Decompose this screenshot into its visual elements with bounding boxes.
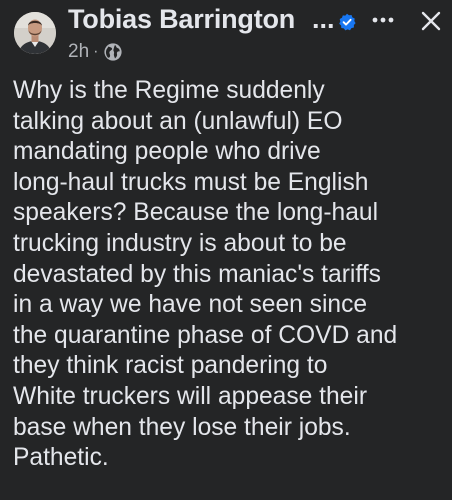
timestamp[interactable]: 2h (68, 41, 89, 63)
post-body-text: Why is the Regime suddenly talking about… (13, 77, 398, 472)
author-name[interactable]: Tobias Barrington (68, 4, 295, 35)
author-name-truncation: ... (312, 4, 335, 34)
post-meta: 2h · (68, 40, 123, 64)
verified-badge-icon (338, 13, 356, 31)
close-icon (421, 11, 441, 31)
close-button[interactable] (418, 8, 444, 34)
meta-separator: · (93, 43, 99, 60)
more-options-button[interactable] (368, 9, 398, 31)
more-horizontal-icon (372, 17, 394, 23)
globe-icon[interactable] (103, 42, 123, 62)
avatar-image (14, 12, 56, 54)
avatar[interactable] (14, 12, 56, 54)
post-card: Tobias Barrington ... 2h · Why is the Re… (0, 0, 452, 500)
